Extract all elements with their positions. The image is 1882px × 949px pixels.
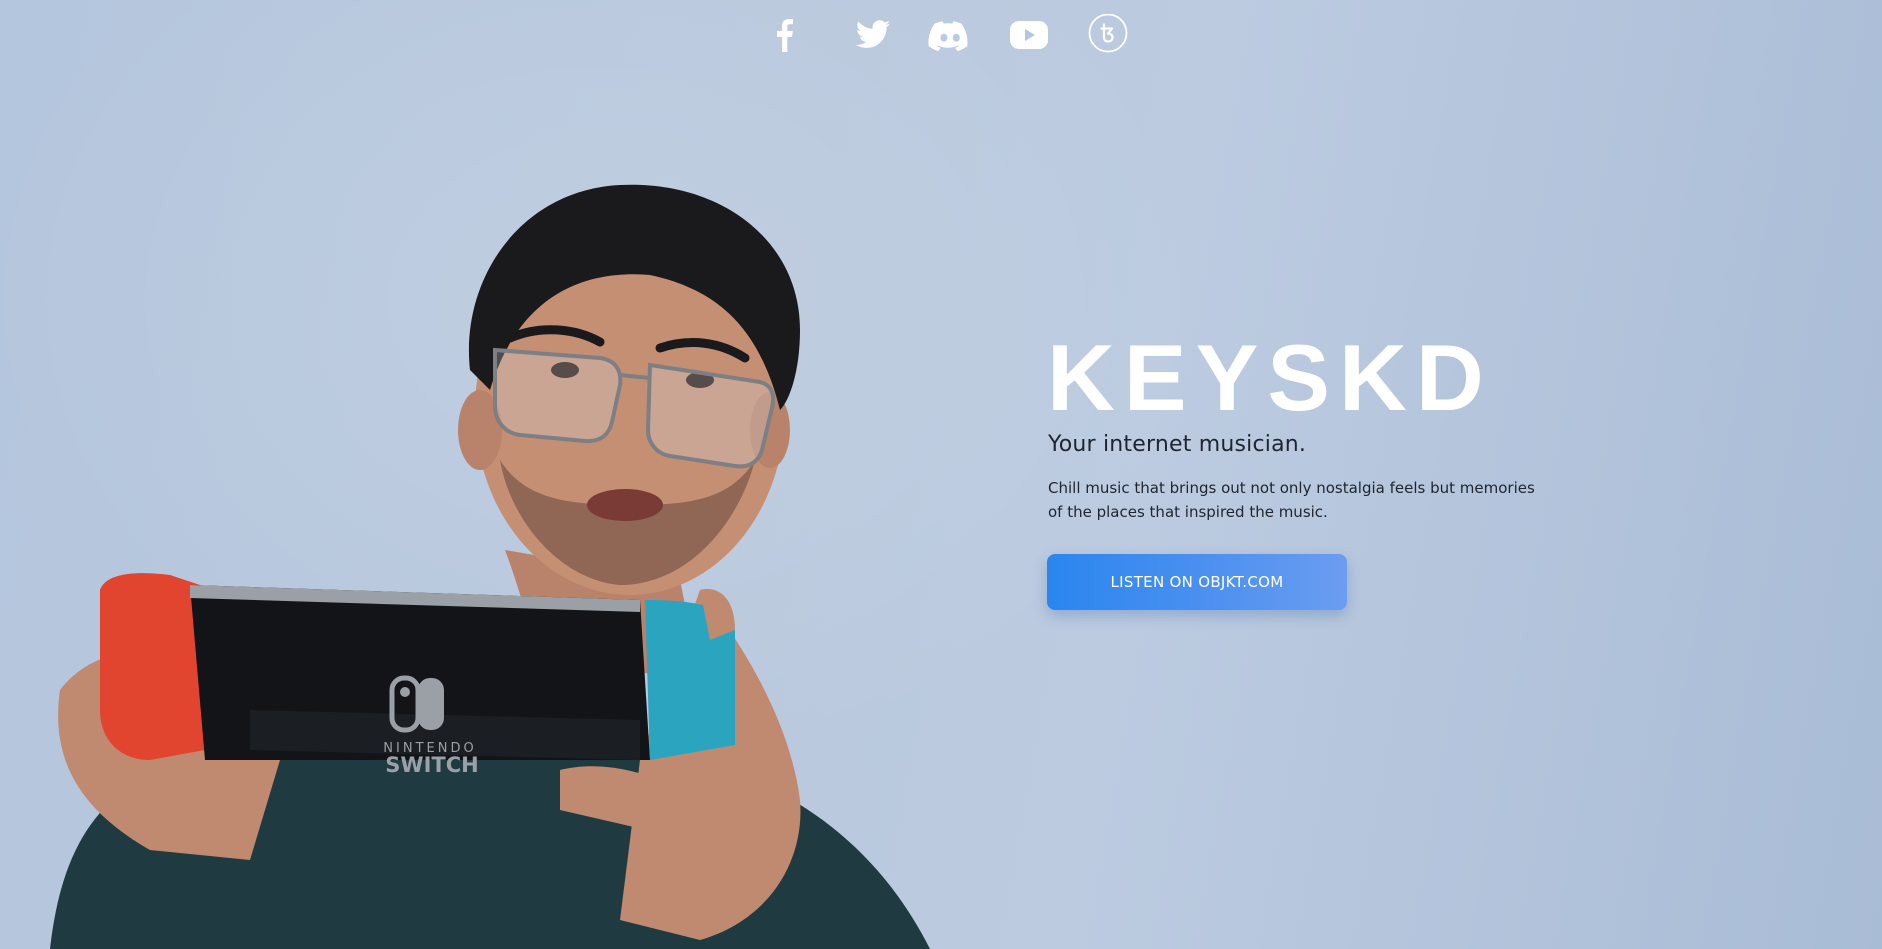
facebook-icon — [777, 19, 793, 52]
console-left-joycon — [100, 573, 205, 760]
hero-description: Chill music that brings out not only nos… — [1048, 479, 1535, 521]
console-brand-bottom: SWITCH — [385, 753, 478, 777]
twitter-link[interactable] — [834, 14, 912, 56]
handheld-console: NINTENDO SWITCH — [100, 573, 735, 777]
social-links-bar — [756, 14, 1146, 56]
hero-photo: NINTENDO SWITCH — [50, 184, 930, 949]
mouth — [587, 489, 663, 521]
youtube-icon — [1010, 21, 1048, 49]
twitter-icon — [855, 20, 890, 48]
hero-text-block: KEYSKD Your internet musician. Chill mus… — [1047, 328, 1567, 610]
tezos-icon — [1088, 14, 1128, 53]
tagline: Your internet musician. — [1048, 432, 1307, 457]
tezos-link[interactable] — [1068, 14, 1146, 56]
discord-icon — [928, 21, 968, 52]
landing-page: NINTENDO SWITCH KEYSKD Your internet mus… — [0, 0, 1882, 949]
listen-on-objkt-button[interactable]: LISTEN ON OBJKT.COM — [1047, 554, 1347, 610]
youtube-link[interactable] — [990, 14, 1068, 56]
discord-link[interactable] — [912, 14, 990, 56]
facebook-link[interactable] — [756, 14, 834, 56]
brand-title: KEYSKD — [1047, 325, 1493, 430]
